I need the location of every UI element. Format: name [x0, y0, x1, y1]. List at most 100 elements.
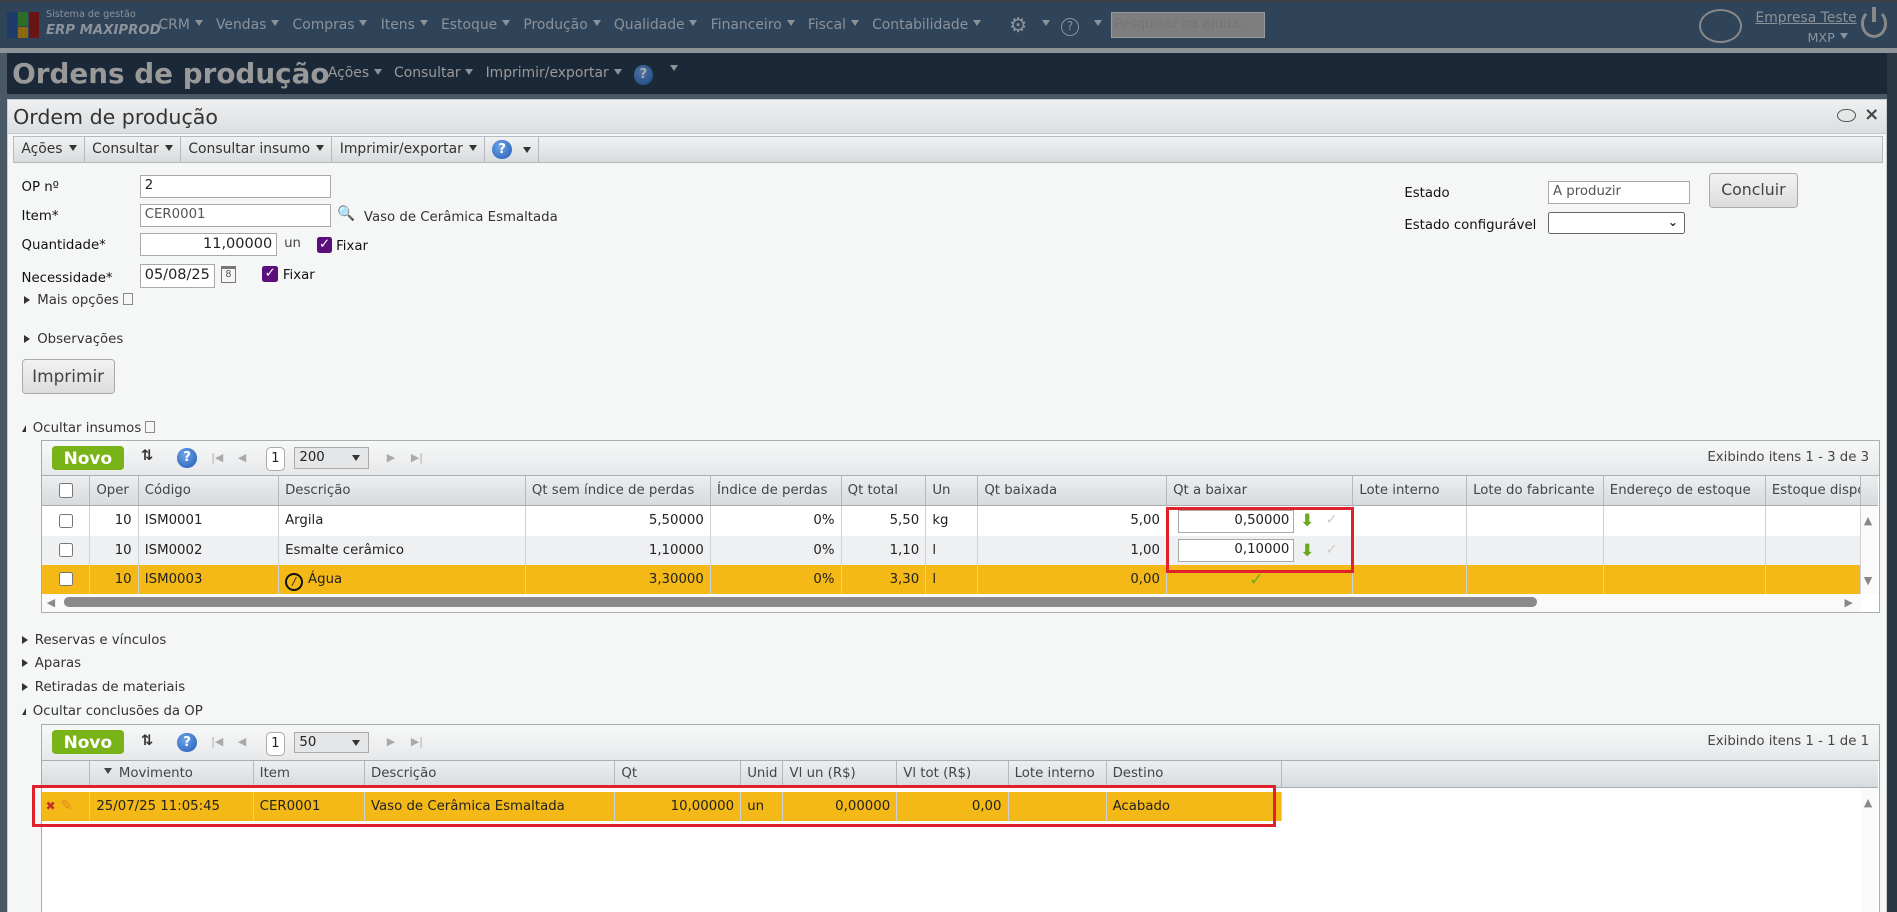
- ocultar-conclusoes-toggle[interactable]: Ocultar conclusões da OP: [21, 704, 203, 719]
- section-toggle[interactable]: Aparas: [21, 656, 81, 671]
- nav-menu-5[interactable]: Produção: [523, 17, 601, 33]
- toolbar-consultar-insumo[interactable]: Consultar insumo: [181, 137, 333, 163]
- last-page-icon[interactable]: ▶|: [411, 451, 423, 464]
- nav-menu-4[interactable]: Estoque: [441, 17, 511, 33]
- section-toggle[interactable]: Reservas e vínculos: [21, 633, 166, 648]
- close-icon[interactable]: ×: [1864, 104, 1879, 125]
- ocultar-insumos-toggle[interactable]: Ocultar insumos: [21, 421, 156, 436]
- next-page-icon[interactable]: ▶: [387, 451, 395, 464]
- toolbar-imprimir[interactable]: Imprimir/exportar: [332, 137, 486, 163]
- need-date-input[interactable]: 05/08/25: [140, 263, 216, 288]
- company-link[interactable]: Empresa Teste: [1755, 10, 1856, 26]
- vertical-scrollbar[interactable]: ▲ ▼: [1861, 506, 1879, 594]
- item-input[interactable]: CER0001: [140, 204, 332, 228]
- column-header[interactable]: Item: [254, 760, 365, 788]
- nav-menu-6[interactable]: Qualidade: [614, 17, 698, 33]
- page-menu-acoes[interactable]: Ações: [328, 65, 382, 84]
- help-dropdown-icon[interactable]: [1093, 20, 1102, 27]
- column-header[interactable]: Movimento: [90, 760, 254, 788]
- prev-page-icon[interactable]: ◀: [238, 735, 246, 748]
- table-row[interactable]: 10 ISM0001 Argila 5,50000 0% 5,50 kg 5,00 0,5000…: [42, 506, 1862, 536]
- refresh-icon[interactable]: ⇅: [141, 448, 153, 464]
- prev-page-icon[interactable]: ◀: [238, 451, 246, 464]
- column-header[interactable]: Un: [926, 476, 979, 506]
- user-menu[interactable]: MXP: [1807, 30, 1848, 45]
- column-header[interactable]: Qt total: [842, 476, 927, 506]
- gear-icon[interactable]: ⚙: [1009, 15, 1027, 36]
- nav-menu-2[interactable]: Compras: [293, 17, 368, 33]
- nav-menu-1[interactable]: Vendas: [216, 17, 280, 33]
- power-icon[interactable]: [1860, 7, 1888, 39]
- vertical-scrollbar[interactable]: ▲: [1861, 788, 1879, 912]
- comment-icon[interactable]: [1837, 108, 1856, 122]
- table-row[interactable]: 10 ISM0002 Esmalte cerâmico 1,10000 0% 1,10 l 1…: [41, 535, 1862, 565]
- column-header[interactable]: [42, 760, 91, 788]
- mais-opcoes-toggle[interactable]: Mais opções: [23, 293, 133, 308]
- gear-dropdown-icon[interactable]: [1041, 20, 1050, 27]
- column-header[interactable]: Índice de perdas: [711, 476, 842, 506]
- toolbar-consultar[interactable]: Consultar: [85, 137, 182, 163]
- next-page-icon[interactable]: ▶: [387, 735, 395, 748]
- fixar-quantity-checkbox[interactable]: ✓: [316, 236, 333, 253]
- nav-menu-8[interactable]: Fiscal: [808, 17, 859, 33]
- help-icon[interactable]: ?: [633, 65, 653, 85]
- nav-menu-0[interactable]: CRM: [158, 17, 203, 33]
- column-header[interactable]: Vl un (R$): [784, 760, 898, 788]
- page-number[interactable]: 1: [265, 447, 286, 472]
- calendar-icon[interactable]: 8: [221, 265, 236, 283]
- scroll-down-icon[interactable]: ▼: [1864, 574, 1872, 587]
- section-toggle[interactable]: Retiradas de materiais: [21, 680, 185, 695]
- novo-button[interactable]: Novo: [51, 730, 125, 755]
- scroll-up-icon[interactable]: ▲: [1864, 514, 1872, 527]
- last-page-icon[interactable]: ▶|: [411, 735, 423, 748]
- estado-configuravel-select[interactable]: ⌄: [1548, 211, 1686, 235]
- page-menu-consultar[interactable]: Consultar: [394, 65, 474, 84]
- column-header[interactable]: Descrição: [279, 476, 526, 506]
- nav-menu-7[interactable]: Financeiro: [711, 17, 795, 33]
- select-all-checkbox[interactable]: [58, 483, 74, 498]
- column-header[interactable]: Lote do fabricante: [1467, 476, 1604, 506]
- toolbar-help[interactable]: ?: [485, 137, 539, 163]
- row-checkbox[interactable]: [58, 571, 74, 587]
- refresh-icon[interactable]: ⇅: [141, 733, 153, 749]
- scroll-up-icon[interactable]: ▲: [1864, 796, 1872, 809]
- page-number[interactable]: 1: [265, 731, 286, 756]
- column-header[interactable]: Qt sem índice de perdas: [526, 476, 711, 506]
- page-menu-imprimir[interactable]: Imprimir/exportar: [486, 65, 622, 84]
- column-header[interactable]: Código: [139, 476, 280, 506]
- op-number-input[interactable]: 2: [140, 175, 332, 199]
- first-page-icon[interactable]: |◀: [211, 735, 223, 748]
- toolbar-acoes[interactable]: Ações: [14, 137, 85, 163]
- first-page-icon[interactable]: |◀: [211, 451, 223, 464]
- help-search-input[interactable]: [1110, 11, 1266, 39]
- column-header[interactable]: Destino: [1107, 760, 1282, 788]
- search-icon[interactable]: 🔍: [337, 205, 355, 222]
- row-checkbox[interactable]: [58, 542, 74, 558]
- scroll-right-icon[interactable]: ▶: [1845, 596, 1853, 609]
- help-icon[interactable]: ?: [1060, 17, 1080, 36]
- quantity-input[interactable]: 11,00000: [140, 233, 277, 257]
- help-icon[interactable]: ?: [177, 448, 197, 468]
- nav-menu-9[interactable]: Contabilidade: [872, 17, 982, 33]
- column-header[interactable]: Descrição: [365, 760, 616, 788]
- scroll-thumb[interactable]: [63, 597, 1538, 607]
- nav-menu-3[interactable]: Itens: [381, 17, 428, 33]
- fixar-need-checkbox[interactable]: ✓: [262, 265, 279, 282]
- scroll-left-icon[interactable]: ◀: [47, 596, 55, 609]
- imprimir-button[interactable]: Imprimir: [21, 359, 115, 395]
- novo-button[interactable]: Novo: [51, 445, 125, 471]
- column-header[interactable]: Vl tot (R$): [897, 760, 1009, 788]
- column-header[interactable]: Lote interno: [1009, 760, 1107, 788]
- help-icon[interactable]: ?: [177, 732, 197, 753]
- column-header[interactable]: Endereço de estoque: [1604, 476, 1766, 506]
- column-header[interactable]: Qt a baixar: [1167, 476, 1354, 506]
- column-header[interactable]: [42, 476, 91, 506]
- column-header[interactable]: Qt baixada: [978, 476, 1167, 506]
- column-header[interactable]: Estoque disponível: [1766, 476, 1862, 506]
- row-checkbox[interactable]: [58, 513, 74, 529]
- column-header[interactable]: Lote interno: [1353, 476, 1468, 506]
- page-size-select[interactable]: 200: [293, 447, 369, 469]
- page-size-select[interactable]: 50: [293, 731, 369, 754]
- column-header[interactable]: Qt: [615, 760, 742, 788]
- observacoes-toggle[interactable]: Observações: [23, 332, 123, 347]
